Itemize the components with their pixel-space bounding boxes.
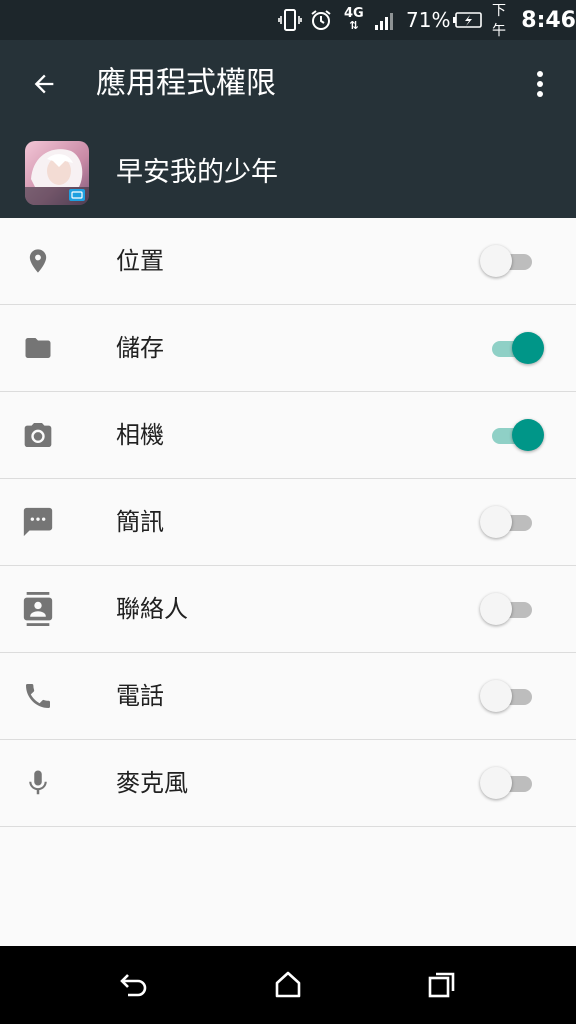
permission-row-storage[interactable]: 儲存 <box>0 305 576 392</box>
nav-back-icon <box>120 974 147 997</box>
permission-toggle[interactable] <box>480 332 544 364</box>
battery-percent: 71% <box>406 8 451 32</box>
status-bar: 4G ⇅ 71% 下午 8:46 <box>0 0 576 40</box>
more-vert-icon <box>537 71 543 97</box>
contacts-icon <box>20 591 56 627</box>
more-options-button[interactable] <box>522 62 558 106</box>
nav-recents-button[interactable] <box>422 965 462 1005</box>
sms-icon <box>20 504 56 540</box>
permission-toggle[interactable] <box>480 419 544 451</box>
permission-toggle[interactable] <box>480 245 536 277</box>
time: 8:46 <box>521 7 576 33</box>
4g-data-icon: 4G ⇅ <box>344 6 364 32</box>
permission-row-phone[interactable]: 電話 <box>0 653 576 740</box>
nav-recents-icon <box>428 972 455 998</box>
permission-label: 簡訊 <box>116 508 164 536</box>
arrow-back-icon <box>34 74 54 94</box>
permission-label: 相機 <box>116 421 164 449</box>
mic-icon <box>20 765 56 801</box>
permission-label: 儲存 <box>116 334 164 362</box>
back-button[interactable] <box>22 62 66 106</box>
app-header: 早安我的少年 <box>0 128 576 218</box>
permission-label: 位置 <box>116 247 164 275</box>
permission-toggle[interactable] <box>480 506 536 538</box>
nav-home-icon <box>275 971 301 998</box>
app-name: 早安我的少年 <box>116 157 278 188</box>
nav-back-button[interactable] <box>114 965 154 1005</box>
app-bar: 應用程式權限 <box>0 40 576 128</box>
permission-row-location[interactable]: 位置 <box>0 218 576 305</box>
permission-toggle[interactable] <box>480 593 536 625</box>
permission-row-microphone[interactable]: 麥克風 <box>0 740 576 827</box>
location-pin-icon <box>20 243 56 279</box>
battery-charging-icon <box>453 0 483 40</box>
time-period: 下午 <box>492 3 506 39</box>
permission-row-sms[interactable]: 簡訊 <box>0 479 576 566</box>
navigation-bar <box>0 946 576 1024</box>
permission-list: 位置 儲存 相機 簡訊 聯絡人 電話 麥克風 <box>0 218 576 827</box>
folder-icon <box>20 330 56 366</box>
permission-row-contacts[interactable]: 聯絡人 <box>0 566 576 653</box>
permission-row-camera[interactable]: 相機 <box>0 392 576 479</box>
permission-label: 電話 <box>116 682 164 710</box>
permission-label: 聯絡人 <box>116 595 188 623</box>
vibrate-icon <box>278 0 302 40</box>
permission-toggle[interactable] <box>480 680 536 712</box>
phone-icon <box>20 678 56 714</box>
app-icon <box>25 141 89 205</box>
camera-icon <box>20 417 56 453</box>
clock: 下午 8:46 <box>492 0 576 40</box>
alarm-icon <box>309 0 333 40</box>
signal-icon <box>374 0 398 40</box>
permission-label: 麥克風 <box>116 769 188 797</box>
nav-home-button[interactable] <box>268 965 308 1005</box>
permission-toggle[interactable] <box>480 767 536 799</box>
page-title: 應用程式權限 <box>96 66 276 101</box>
